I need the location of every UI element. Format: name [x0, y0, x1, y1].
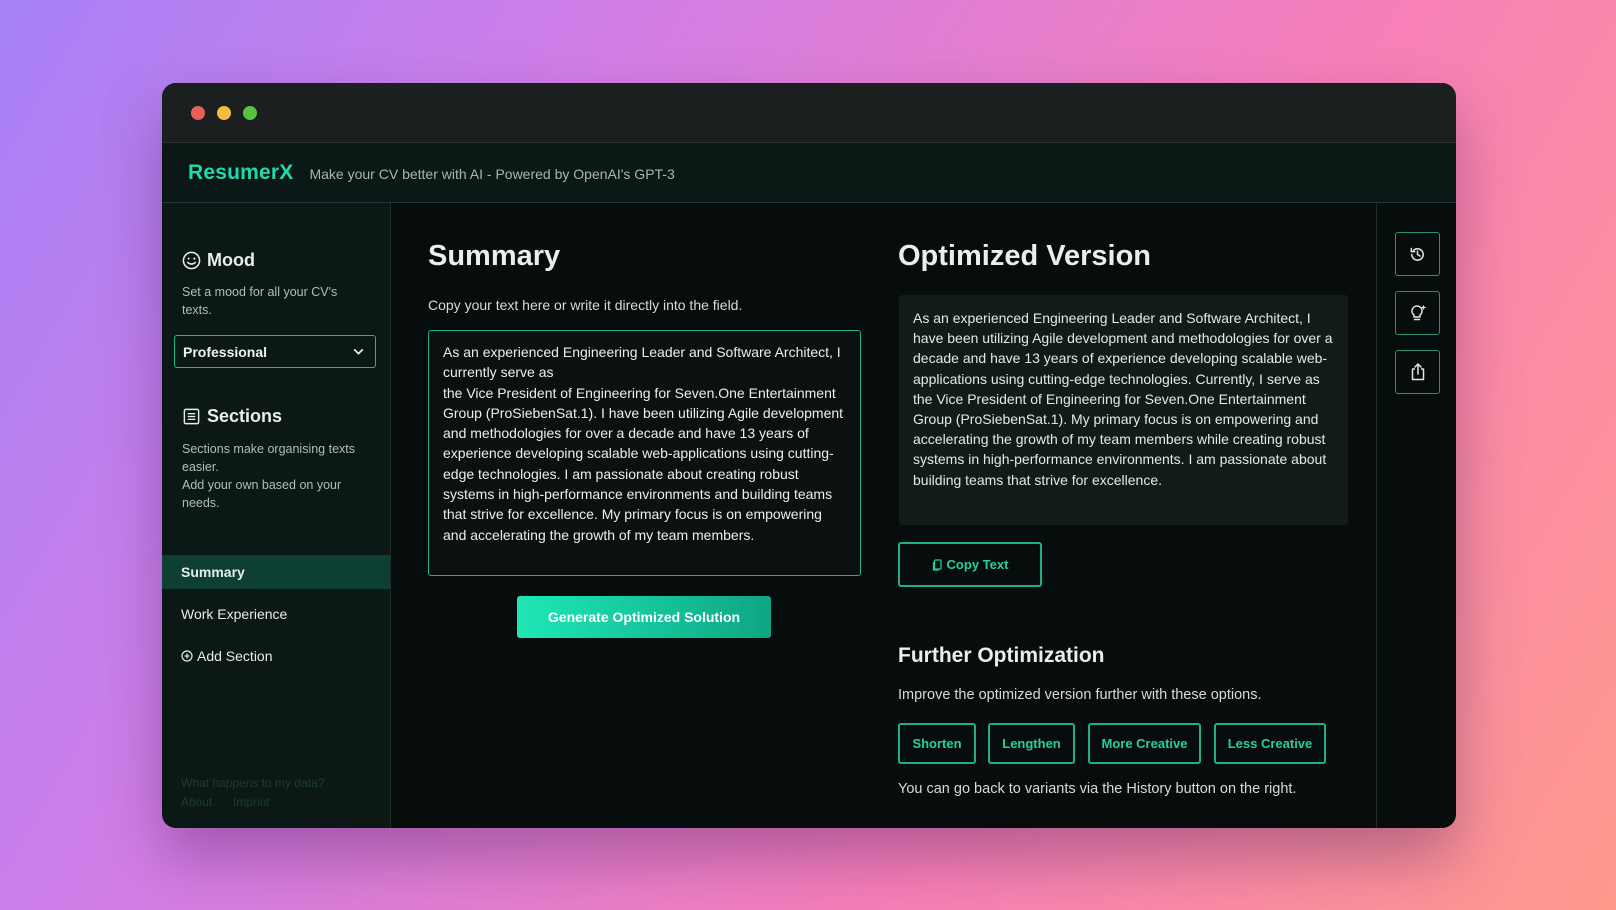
summary-instruction: Copy your text here or write it directly… [428, 297, 743, 313]
chevron-down-icon [353, 349, 364, 355]
history-button[interactable] [1395, 232, 1440, 276]
further-title: Further Optimization [898, 644, 1105, 667]
mood-description: Set a mood for all your CV's texts. [182, 285, 338, 317]
lightbulb-icon [1410, 305, 1426, 321]
imprint-link[interactable]: Imprint [233, 795, 270, 809]
copy-icon [932, 558, 942, 571]
minimize-window-button[interactable] [217, 105, 231, 120]
right-toolbar [1376, 203, 1456, 828]
sections-heading: Sections [162, 406, 390, 427]
section-item-label: Work Experience [181, 606, 288, 622]
window-titlebar [162, 83, 1456, 143]
mood-heading: Mood [162, 250, 390, 271]
mood-select-value: Professional [183, 343, 268, 360]
main-panel: Summary Copy your text here or write it … [391, 203, 1376, 828]
copy-text-button[interactable]: Copy Text [898, 542, 1042, 587]
history-note: You can go back to variants via the Hist… [898, 781, 1297, 797]
zoom-window-button[interactable] [243, 105, 257, 120]
content-area: Mood Set a mood for all your CV's texts.… [162, 203, 1456, 828]
section-item-label: Summary [181, 564, 245, 580]
sections-description: Sections make organising texts easier. A… [182, 442, 356, 510]
app-window: ResumerX Make your CV better with AI - P… [162, 83, 1456, 828]
further-description: Improve the optimized version further wi… [898, 687, 1262, 703]
privacy-link[interactable]: What happens to my data? [181, 774, 324, 793]
close-window-button[interactable] [191, 105, 205, 120]
share-button[interactable] [1395, 350, 1440, 394]
share-icon [1411, 363, 1424, 381]
summary-textarea[interactable]: As an experienced Engineering Leader and… [428, 330, 861, 576]
shorten-button[interactable]: Shorten [898, 723, 976, 764]
sections-title: Sections [207, 406, 283, 426]
sidebar: Mood Set a mood for all your CV's texts.… [162, 203, 391, 828]
smiley-icon [182, 251, 201, 270]
generate-optimized-button[interactable]: Generate Optimized Solution [517, 596, 771, 638]
less-creative-button[interactable]: Less Creative [1214, 723, 1326, 764]
sidebar-footer: What happens to my data? About Imprint [181, 774, 324, 812]
list-icon [183, 408, 200, 425]
section-item-summary[interactable]: Summary [162, 555, 390, 589]
app-tagline: Make your CV better with AI - Powered by… [309, 166, 675, 182]
optimized-text: As an experienced Engineering Leader and… [899, 295, 1348, 525]
plus-circle-icon [181, 650, 193, 662]
about-link[interactable]: About [181, 795, 212, 809]
history-icon [1410, 247, 1424, 261]
section-item-work-experience[interactable]: Work Experience [162, 597, 390, 631]
copy-text-label: Copy Text [946, 557, 1009, 572]
more-creative-button[interactable]: More Creative [1088, 723, 1201, 764]
brand-logo[interactable]: ResumerX [188, 161, 293, 185]
optimized-title: Optimized Version [898, 240, 1151, 272]
add-section-label: Add Section [197, 648, 273, 664]
lengthen-button[interactable]: Lengthen [988, 723, 1075, 764]
summary-title: Summary [428, 240, 561, 272]
ideas-button[interactable] [1395, 291, 1440, 335]
mood-select[interactable]: Professional [174, 335, 376, 368]
mood-title: Mood [207, 250, 255, 270]
app-header: ResumerX Make your CV better with AI - P… [162, 143, 1456, 203]
add-section-button[interactable]: Add Section [162, 639, 390, 673]
